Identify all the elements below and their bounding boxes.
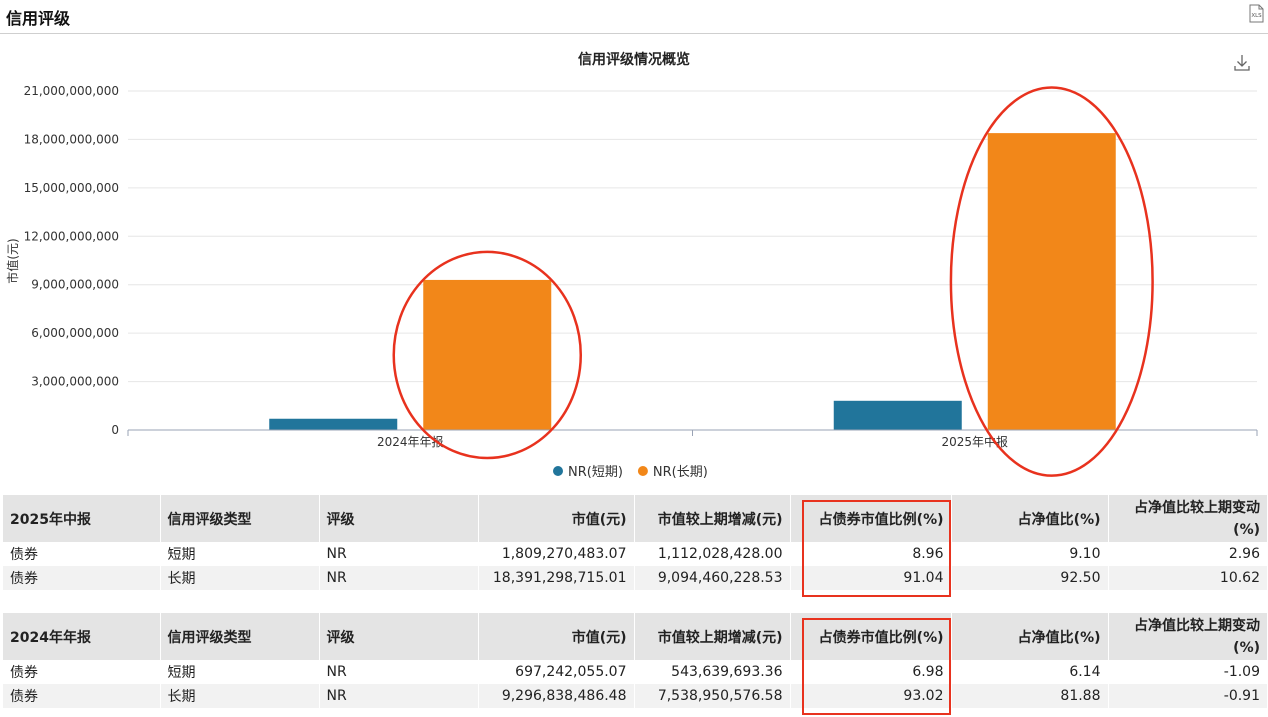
header-period: 2024年年报 — [3, 613, 160, 660]
header-market-value: 市值(元) — [477, 613, 634, 660]
cell-change: 543,639,693.36 — [633, 660, 790, 684]
rating-table-2024: 2024年年报 信用评级类型 评级 市值(元) 市值较上期增减(元) 占债券市值… — [3, 613, 1267, 708]
y-axis-label: 市值(元) — [5, 238, 20, 283]
y-tick-label: 21,000,000,000 — [24, 84, 119, 98]
cell-rating: NR — [318, 660, 478, 684]
y-tick-label: 15,000,000,000 — [24, 181, 119, 195]
cell-change: 7,538,950,576.58 — [633, 684, 790, 708]
bar — [269, 418, 398, 430]
cell-nav-ratio: 81.88 — [950, 684, 1108, 708]
cell-market-value: 697,242,055.07 — [477, 660, 634, 684]
cell-rating-type: 长期 — [159, 684, 319, 708]
header-nav-ratio: 占净值比(%) — [950, 495, 1108, 542]
cell-asset: 债券 — [3, 566, 160, 590]
cell-asset: 债券 — [3, 684, 160, 708]
header-nav-ratio: 占净值比(%) — [950, 613, 1108, 660]
cell-rating-type: 短期 — [159, 660, 319, 684]
cell-nav-ratio-change: 10.62 — [1107, 566, 1267, 590]
cell-nav-ratio: 92.50 — [950, 566, 1108, 590]
cell-market-value: 9,296,838,486.48 — [477, 684, 634, 708]
y-tick-label: 0 — [111, 423, 119, 437]
cell-market-value: 18,391,298,715.01 — [477, 566, 634, 590]
cell-nav-ratio: 9.10 — [950, 542, 1108, 566]
cell-rating: NR — [318, 684, 478, 708]
cell-rating-type: 长期 — [159, 566, 319, 590]
section-title: 信用评级 — [6, 9, 71, 28]
header-rating-type: 信用评级类型 — [159, 495, 319, 542]
bar — [423, 279, 552, 430]
download-icon[interactable] — [1234, 55, 1250, 71]
cell-rating: NR — [318, 566, 478, 590]
cell-nav-ratio-change: 2.96 — [1107, 542, 1267, 566]
header-change: 市值较上期增减(元) — [633, 495, 790, 542]
cell-rating-type: 短期 — [159, 542, 319, 566]
table-header-row: 2024年年报 信用评级类型 评级 市值(元) 市值较上期增减(元) 占债券市值… — [3, 613, 1267, 660]
table-row: 债券 长期 NR 9,296,838,486.48 7,538,950,576.… — [3, 684, 1267, 708]
header-period: 2025年中报 — [3, 495, 160, 542]
highlight-box-2024 — [802, 618, 951, 715]
legend-label[interactable]: NR(短期) — [568, 465, 623, 480]
xls-label: XLS — [1251, 13, 1262, 19]
legend-label[interactable]: NR(长期) — [653, 465, 708, 480]
y-tick-label: 12,000,000,000 — [24, 229, 119, 243]
header-nav-ratio-change: 占净值比较上期变动(%) — [1107, 613, 1267, 660]
cell-asset: 债券 — [3, 542, 160, 566]
header-rating: 评级 — [318, 613, 478, 660]
table-row: 债券 短期 NR 1,809,270,483.07 1,112,028,428.… — [3, 542, 1267, 566]
cell-asset: 债券 — [3, 660, 160, 684]
table-row: 债券 长期 NR 18,391,298,715.01 9,094,460,228… — [3, 566, 1267, 590]
y-tick-label: 3,000,000,000 — [31, 375, 119, 389]
bar — [833, 400, 962, 430]
y-tick-label: 6,000,000,000 — [31, 326, 119, 340]
cell-nav-ratio-change: -0.91 — [1107, 684, 1267, 708]
legend-marker — [637, 466, 648, 476]
highlight-box-2025 — [802, 500, 951, 597]
cell-change: 1,112,028,428.00 — [633, 542, 790, 566]
cell-market-value: 1,809,270,483.07 — [477, 542, 634, 566]
chart-title: 信用评级情况概览 — [578, 51, 690, 68]
cell-rating: NR — [318, 542, 478, 566]
table-row: 债券 短期 NR 697,242,055.07 543,639,693.36 6… — [3, 660, 1267, 684]
xls-export-icon[interactable]: XLS — [1248, 4, 1264, 23]
table-header-row: 2025年中报 信用评级类型 评级 市值(元) 市值较上期增减(元) 占债券市值… — [3, 495, 1267, 542]
x-tick-label: 2024年年报 — [377, 434, 444, 449]
rating-table-2025: 2025年中报 信用评级类型 评级 市值(元) 市值较上期增减(元) 占债券市值… — [3, 495, 1267, 590]
header-market-value: 市值(元) — [477, 495, 634, 542]
y-tick-label: 18,000,000,000 — [24, 132, 119, 146]
header-nav-ratio-change: 占净值比较上期变动(%) — [1107, 495, 1267, 542]
cell-nav-ratio-change: -1.09 — [1107, 660, 1267, 684]
credit-rating-chart: 信用评级情况概览 市值(元) 0 3,000,000,000 6,000,000,0… — [5, 51, 1258, 480]
title-divider — [0, 33, 1268, 34]
legend-marker — [553, 466, 563, 476]
cell-change: 9,094,460,228.53 — [633, 566, 790, 590]
bar — [987, 133, 1116, 431]
header-rating: 评级 — [318, 495, 478, 542]
header-change: 市值较上期增减(元) — [633, 613, 790, 660]
cell-nav-ratio: 6.14 — [950, 660, 1108, 684]
y-tick-label: 9,000,000,000 — [31, 278, 119, 292]
header-rating-type: 信用评级类型 — [159, 613, 319, 660]
